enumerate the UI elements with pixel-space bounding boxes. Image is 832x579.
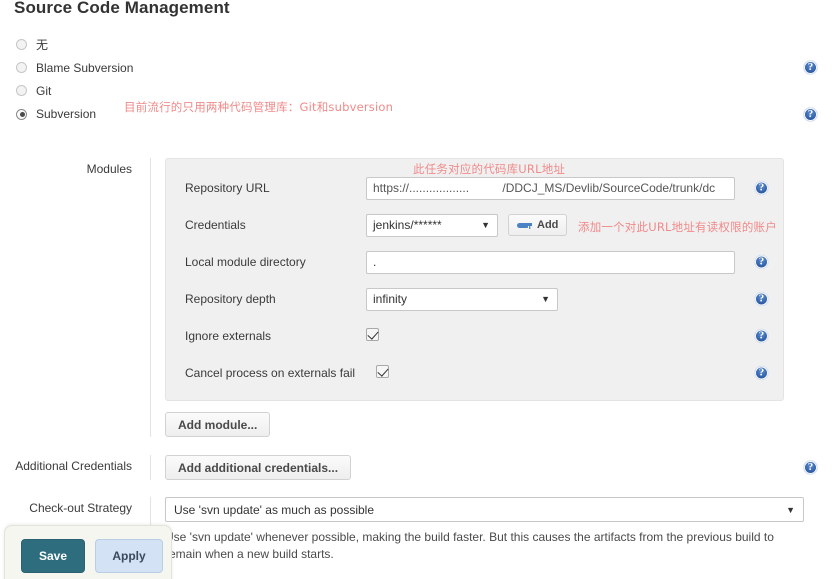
save-button-label: Save: [38, 549, 68, 563]
scm-option-none[interactable]: 无: [0, 33, 832, 56]
annotation-repository-url-note: 此任务对应的代码库URL地址: [413, 162, 566, 176]
add-credentials-button[interactable]: Add: [508, 214, 568, 236]
credentials-select-value: jenkins/******: [373, 218, 442, 232]
help-icon[interactable]: [803, 460, 818, 475]
ignore-externals-checkbox[interactable]: [366, 328, 379, 341]
radio-subversion[interactable]: [16, 108, 27, 120]
help-icon[interactable]: [754, 291, 769, 307]
save-button[interactable]: Save: [21, 539, 85, 573]
key-icon: [517, 221, 532, 229]
scm-option-blame-subversion[interactable]: Blame Subversion: [0, 56, 832, 79]
modules-label: Modules: [86, 162, 132, 176]
repository-depth-label: Repository depth: [185, 292, 276, 306]
local-module-directory-input[interactable]: [366, 250, 735, 274]
checkout-strategy-description: Use 'svn update' whenever possible, maki…: [165, 530, 774, 561]
scm-option-none-label: 无: [36, 38, 49, 52]
cancel-process-on-externals-fail-row: Cancel process on externals fail: [176, 360, 773, 386]
checkout-strategy-content: Use 'svn update' as much as possible ▼ U…: [151, 497, 832, 563]
cancel-process-field-wrap: [376, 365, 773, 381]
checkout-strategy-label: Check-out Strategy: [29, 501, 132, 515]
save-bar: Save Apply: [4, 525, 172, 579]
add-additional-credentials-button-label: Add additional credentials...: [178, 460, 339, 475]
repository-url-input[interactable]: [366, 176, 735, 200]
scm-option-git-label: Git: [36, 83, 52, 98]
help-icon[interactable]: [754, 180, 769, 196]
cancel-process-on-externals-fail-checkbox[interactable]: [376, 365, 389, 378]
local-module-directory-label: Local module directory: [185, 255, 306, 269]
additional-credentials-row: Additional Credentials Add additional cr…: [0, 455, 832, 480]
apply-button[interactable]: Apply: [95, 539, 163, 573]
modules-panel: Repository URL Credentials jenkins/*****…: [165, 158, 784, 401]
scm-option-subversion-label: Subversion: [36, 107, 97, 121]
annotation-credentials-note: 添加一个对此URL地址有读权限的账户: [578, 220, 777, 234]
page-title: Source Code Management: [14, 0, 230, 17]
repository-depth-select[interactable]: infinity ▼: [366, 287, 558, 311]
checkout-strategy-select[interactable]: Use 'svn update' as much as possible ▼: [165, 497, 804, 522]
additional-credentials-content: Add additional credentials...: [151, 455, 832, 480]
chevron-down-icon: ▼: [786, 504, 795, 515]
chevron-down-icon: ▼: [541, 294, 550, 304]
credentials-select[interactable]: jenkins/****** ▼: [366, 213, 498, 237]
credentials-label: Credentials: [185, 218, 246, 232]
modules-row: Modules Repository URL Credentials: [0, 158, 832, 437]
additional-credentials-label: Additional Credentials: [15, 459, 132, 473]
apply-button-label: Apply: [112, 549, 146, 563]
help-icon[interactable]: [754, 254, 769, 270]
repository-url-label: Repository URL: [185, 181, 270, 195]
chevron-down-icon: ▼: [481, 220, 490, 230]
local-module-directory-row: Local module directory: [176, 249, 773, 275]
repository-depth-select-value: infinity: [373, 292, 408, 306]
help-icon[interactable]: [803, 60, 818, 75]
add-credentials-button-label: Add: [537, 219, 559, 231]
cancel-process-on-externals-fail-label: Cancel process on externals fail: [185, 366, 356, 380]
repository-depth-field-wrap: infinity ▼: [366, 287, 773, 311]
ignore-externals-label: Ignore externals: [185, 329, 272, 343]
repository-url-row: Repository URL: [176, 175, 773, 201]
repository-url-field-wrap: [366, 176, 773, 200]
help-icon[interactable]: [803, 106, 818, 122]
help-icon[interactable]: [754, 328, 769, 344]
checkout-strategy-select-value: Use 'svn update' as much as possible: [174, 502, 375, 517]
radio-blame-subversion[interactable]: [16, 62, 27, 73]
local-module-directory-field-wrap: [366, 250, 773, 274]
add-module-button[interactable]: Add module...: [165, 412, 271, 437]
add-module-button-label: Add module...: [178, 417, 258, 432]
scm-option-blame-subversion-label: Blame Subversion: [36, 60, 134, 75]
annotation-scm-note: 目前流行的只用两种代码管理库：Git和subversion: [124, 100, 394, 114]
repository-depth-row: Repository depth infinity ▼: [176, 286, 773, 312]
ignore-externals-row: Ignore externals: [176, 323, 773, 349]
radio-none[interactable]: [16, 39, 27, 50]
ignore-externals-field-wrap: [366, 328, 773, 344]
modules-content: Repository URL Credentials jenkins/*****…: [151, 158, 832, 437]
radio-git[interactable]: [16, 85, 27, 96]
help-icon[interactable]: [754, 365, 769, 381]
scm-config-page: Source Code Management 无 Blame Subversio…: [0, 0, 832, 579]
add-additional-credentials-button[interactable]: Add additional credentials...: [165, 455, 352, 480]
